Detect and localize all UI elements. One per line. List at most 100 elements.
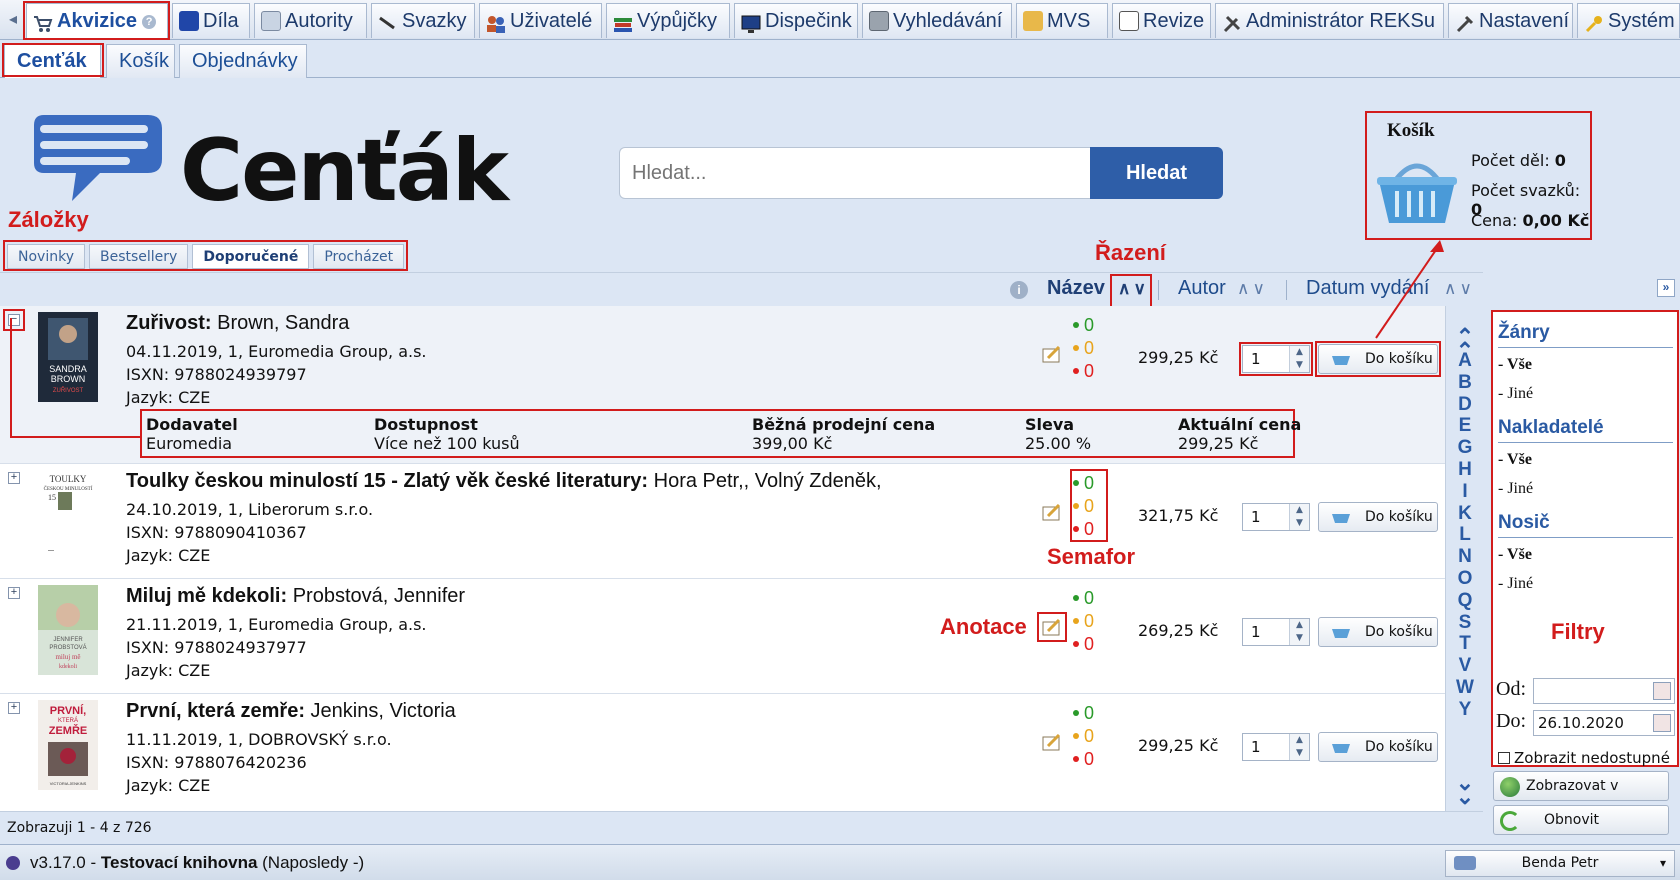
annotation-box [3,309,25,331]
alphabet-letter[interactable]: O [1446,568,1484,590]
alphabet-letter[interactable]: V [1446,655,1484,677]
menu-tab-dila[interactable]: Díla [172,3,250,38]
show-unavailable-checkbox[interactable]: Zobrazit nedostupné [1498,749,1670,767]
scroll-bottom-icon[interactable]: ⌄ ⌄ [1454,772,1476,808]
quantity-stepper[interactable]: 1 ▲ ▼ [1242,503,1310,531]
basket-price: Cena: 0,00 Kč [1471,211,1590,230]
annotation-filtry: Filtry [1551,619,1605,644]
tab-doporucene[interactable]: Doporučené [192,244,310,269]
search-input[interactable] [619,147,1091,199]
add-to-cart-button[interactable]: Do košíku [1318,617,1438,647]
alphabet-letter[interactable]: Q [1446,590,1484,612]
annotation-icon[interactable] [1042,734,1062,751]
refresh-button[interactable]: Obnovit [1493,805,1669,835]
alphabet-letter[interactable]: D [1446,394,1484,416]
divider [1158,280,1159,300]
cover-text: PRVNÍ, [50,704,86,717]
sort-down-icon[interactable]: ∨ [1459,279,1474,298]
menu-tab-mvs[interactable]: MVS [1016,3,1108,38]
book-title[interactable]: Zuřivost: Brown, Sandra [126,312,349,335]
checkbox-icon[interactable] [1498,752,1510,764]
filter-genre-all[interactable]: - Vše [1498,356,1532,374]
basket-title: Košík [1387,120,1435,141]
book-published: 04.11.2019, 1, Euromedia Group, a.s. [126,342,427,361]
subtab-objednavky[interactable]: Objednávky [179,44,307,78]
stepper-arrows-icon[interactable]: ▲ ▼ [1289,619,1309,645]
info-icon[interactable]: i [1010,281,1028,299]
calendar-icon[interactable] [1653,682,1671,700]
sort-up-icon[interactable]: ∧ [1237,279,1252,298]
filter-publisher-other[interactable]: - Jiné [1498,480,1533,498]
book-isxn: ISXN: 9788024937977 [126,638,307,657]
basket-summary[interactable]: Košík Počet děl: 0 Počet svazků: 0 Cena:… [1365,111,1592,240]
alphabet-letter[interactable]: T [1446,633,1484,655]
back-arrow-icon[interactable]: ◂ [4,8,22,32]
cover-text: BROWN [51,374,86,384]
filter-genre-other[interactable]: - Jiné [1498,385,1533,403]
basket-icon [1332,744,1350,753]
menu-tab-vypujcky[interactable]: Výpůjčky [606,3,730,38]
wrench-icon [1455,11,1475,33]
menu-tab-dispecink[interactable]: Dispečink [734,3,858,38]
alphabet-letter[interactable]: N [1446,546,1484,568]
alphabet-letter[interactable]: A [1446,350,1484,372]
alphabet-letter[interactable]: S [1446,612,1484,634]
collapse-panel-icon[interactable]: » [1657,279,1675,297]
annotation-icon[interactable] [1042,346,1062,363]
user-menu-button[interactable]: Benda Petr ▾ [1445,850,1675,877]
pen-icon [378,11,398,31]
book-title[interactable]: První, která zemře: Jenkins, Victoria [126,700,456,723]
subtab-kosik[interactable]: Košík [106,44,175,78]
date-to-input[interactable]: 26.10.2020 [1533,710,1675,736]
expand-icon[interactable]: + [8,702,20,714]
menu-tab-admin[interactable]: Administrátor REKSu [1215,3,1444,38]
alphabet-letter[interactable]: G [1446,437,1484,459]
annotation-box [1070,469,1108,542]
filter-carrier-all[interactable]: - Vše [1498,546,1532,564]
menu-tab-vyhledavani[interactable]: Vyhledávání [862,3,1012,38]
menu-tab-system[interactable]: Systém [1577,3,1680,38]
expand-icon[interactable]: + [8,472,20,484]
date-from-input[interactable] [1533,678,1675,704]
book-cover: PRVNÍ, KTERÁ ZEMŘE VICTORIA JENKINS [38,700,98,790]
show-in-catalog-button[interactable]: Zobrazovat v katalogu [1493,771,1669,822]
detail-supplier: Dodavatel Euromedia [146,415,238,453]
alphabet-letter[interactable]: L [1446,524,1484,546]
search-button[interactable]: Hledat [1090,147,1223,199]
annotation-icon[interactable] [1042,504,1062,521]
filter-carrier-other[interactable]: - Jiné [1498,575,1533,593]
sort-by-title[interactable]: Název [1047,277,1105,300]
menu-tab-nastaveni[interactable]: Nastavení [1448,3,1573,38]
tab-bestsellery[interactable]: Bestsellery [88,244,189,269]
menu-tab-revize[interactable]: Revize [1112,3,1211,38]
add-to-cart-button[interactable]: Do košíku [1318,732,1438,762]
sort-down-icon[interactable]: ∨ [1252,279,1267,298]
sort-by-author[interactable]: Autor [1178,277,1226,300]
alphabet-letter[interactable]: W [1446,677,1484,699]
menu-tab-autority[interactable]: Autority [254,3,367,38]
alphabet-letter[interactable]: K [1446,503,1484,525]
alphabet-letter[interactable]: B [1446,372,1484,394]
alphabet-letter[interactable]: H [1446,459,1484,481]
book-row: − SANDRA BROWN ZUŘIVOST Zuřivost: Brown,… [0,306,1445,464]
book-title[interactable]: Miluj mě kdekoli: Probstová, Jennifer [126,585,465,608]
alphabet-letter[interactable]: I [1446,481,1484,503]
quantity-stepper[interactable]: 1 ▲ ▼ [1242,618,1310,646]
book-title[interactable]: Toulky českou minulostí 15 - Zlatý věk č… [126,470,882,493]
expand-icon[interactable]: + [8,587,20,599]
quantity-stepper[interactable]: 1 ▲ ▼ [1242,733,1310,761]
alphabet-index: ⌃ ⌃ ABDEGHIKLNOQSTVWY ⌄ ⌄ [1445,306,1483,811]
alphabet-letter[interactable]: E [1446,415,1484,437]
add-to-cart-button[interactable]: Do košíku [1318,502,1438,532]
stepper-arrows-icon[interactable]: ▲ ▼ [1289,734,1309,760]
tab-novinky[interactable]: Novinky [7,244,85,269]
tab-prochazet[interactable]: Procházet [313,244,405,269]
alphabet-letter[interactable]: Y [1446,699,1484,721]
stepper-arrows-icon[interactable]: ▲ ▼ [1289,504,1309,530]
calendar-icon[interactable] [1653,714,1671,732]
menu-tab-svazky[interactable]: Svazky [371,3,475,38]
detail-regular-price: Běžná prodejní cena 399,00 Kč [752,415,936,453]
sort-author-arrows[interactable]: ∧∨ [1237,279,1268,299]
menu-tab-uzivatele[interactable]: Uživatelé [479,3,602,38]
filter-publisher-all[interactable]: - Vše [1498,451,1532,469]
